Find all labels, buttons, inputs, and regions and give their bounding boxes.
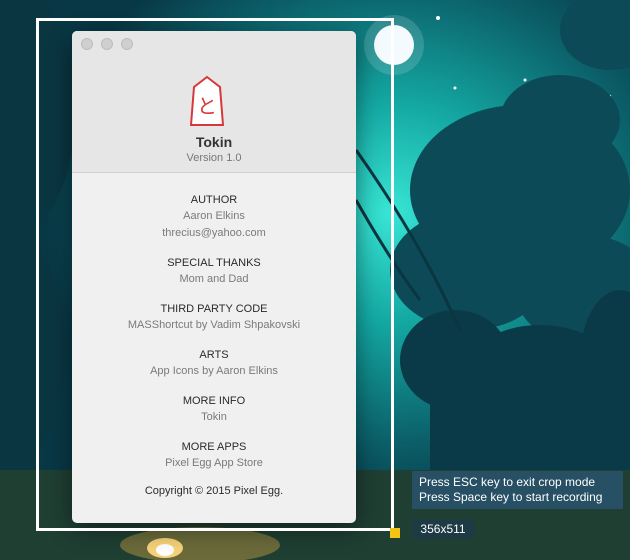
thanks-line: Mom and Dad bbox=[179, 273, 249, 285]
svg-text:と: と bbox=[197, 94, 217, 118]
crop-hint-escape: Press ESC key to exit crop mode bbox=[419, 475, 596, 489]
arts-line: App Icons by Aaron Elkins bbox=[150, 365, 278, 377]
section-title: MORE INFO bbox=[182, 395, 246, 407]
zoom-window-button[interactable] bbox=[121, 38, 133, 50]
app-store-link[interactable]: Pixel Egg App Store bbox=[72, 455, 356, 472]
crop-size-label: 356x511 bbox=[412, 519, 474, 539]
app-version: Version 1.0 bbox=[186, 152, 242, 164]
minimize-window-button[interactable] bbox=[101, 38, 113, 50]
author-email-link[interactable]: threcius@yahoo.com bbox=[72, 225, 356, 242]
section-title: MORE APPS bbox=[181, 441, 247, 453]
credits-section-more-apps: MORE APPS Pixel Egg App Store bbox=[72, 439, 356, 472]
section-title: SPECIAL THANKS bbox=[167, 257, 261, 269]
credits-section-third-party: THIRD PARTY CODE MASShortcut by Vadim Sh… bbox=[72, 301, 356, 334]
credits-section-author: AUTHOR Aaron Elkins threcius@yahoo.com bbox=[72, 192, 356, 242]
about-window[interactable]: と Tokin Version 1.0 AUTHOR Aaron Elkins … bbox=[72, 31, 356, 523]
close-window-button[interactable] bbox=[81, 38, 93, 50]
window-controls bbox=[81, 38, 133, 50]
credits-section-special-thanks: SPECIAL THANKS Mom and Dad bbox=[72, 255, 356, 288]
crop-resize-handle[interactable] bbox=[390, 528, 400, 538]
more-info-link[interactable]: Tokin bbox=[72, 409, 356, 426]
credits-section-arts: ARTS App Icons by Aaron Elkins bbox=[72, 347, 356, 380]
copyright: Copyright © 2015 Pixel Egg. bbox=[144, 485, 284, 497]
section-title: ARTS bbox=[199, 349, 229, 361]
crop-hint-space: Press Space key to start recording bbox=[419, 490, 603, 504]
third-party-link[interactable]: MASShortcut by Vadim Shpakovski bbox=[72, 317, 356, 334]
credits: AUTHOR Aaron Elkins threcius@yahoo.com S… bbox=[72, 173, 356, 497]
crop-hint-tooltip: Press ESC key to exit crop mode Press Sp… bbox=[412, 471, 623, 509]
shogi-piece-icon: と bbox=[190, 75, 224, 126]
section-title: THIRD PARTY CODE bbox=[160, 303, 268, 315]
about-header: と Tokin Version 1.0 bbox=[72, 31, 356, 173]
credits-section-more-info: MORE INFO Tokin bbox=[72, 393, 356, 426]
author-name: Aaron Elkins bbox=[183, 210, 245, 222]
section-title: AUTHOR bbox=[190, 194, 238, 206]
app-name: Tokin bbox=[195, 134, 233, 150]
